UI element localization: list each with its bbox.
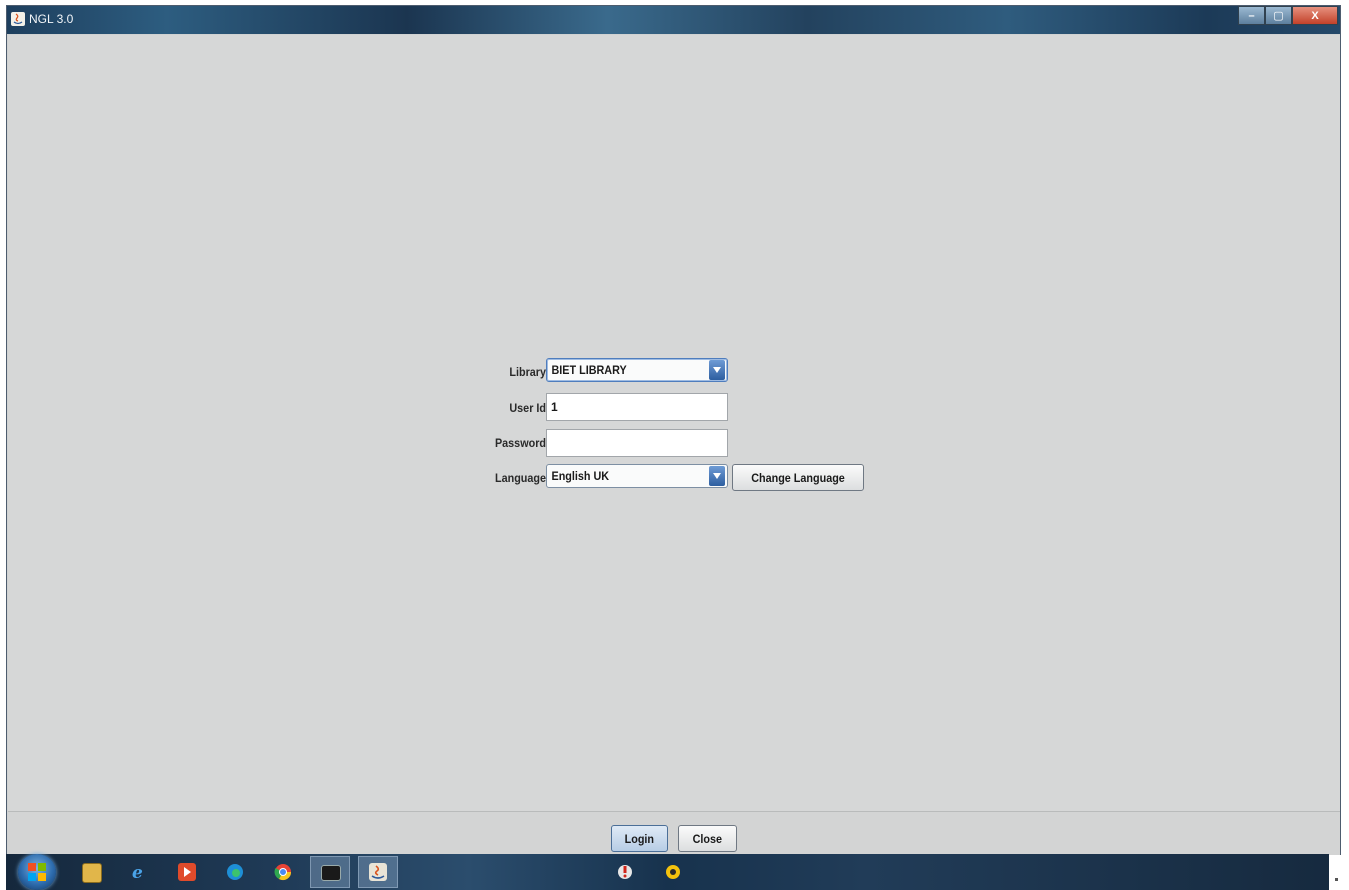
change-language-label: Change Language <box>751 470 845 485</box>
password-label: Password <box>494 436 546 450</box>
userid-input[interactable]: 1 <box>546 393 728 421</box>
library-dropdown[interactable]: BIET LIBRARY <box>546 358 728 382</box>
svg-text:e: e <box>132 863 143 881</box>
media-player-icon[interactable] <box>178 863 196 881</box>
language-selected-value: English UK <box>551 469 610 483</box>
language-dropdown[interactable]: English UK <box>546 464 728 488</box>
close-button[interactable]: Close <box>678 825 737 852</box>
pdf-reader-icon[interactable] <box>616 863 634 881</box>
login-panel: Library BIET LIBRARY User Id 1 Password … <box>8 35 1340 811</box>
close-window-button[interactable]: X <box>1292 6 1338 25</box>
java-app-icon <box>11 12 25 26</box>
password-input[interactable] <box>546 429 728 457</box>
minimize-button[interactable]: – <box>1238 6 1265 25</box>
change-language-button[interactable]: Change Language <box>732 464 864 491</box>
taskbar: e <box>6 854 1329 890</box>
java-app-taskbar-icon[interactable] <box>369 863 387 881</box>
edge-marker <box>1335 878 1338 881</box>
userid-label: User Id <box>509 401 546 415</box>
start-button[interactable] <box>18 854 56 890</box>
login-button[interactable]: Login <box>611 825 668 852</box>
title-bar[interactable]: NGL 3.0 – ▢ X <box>7 6 1340 34</box>
chevron-down-icon[interactable] <box>709 466 725 486</box>
login-button-label: Login <box>624 831 655 846</box>
language-label: Language <box>494 471 546 485</box>
window-title: NGL 3.0 <box>29 12 74 26</box>
close-button-label: Close <box>692 831 723 846</box>
screen: NGL 3.0 – ▢ X Library BIET LIBRARY User … <box>0 0 1349 890</box>
internet-explorer-icon[interactable]: e <box>130 863 148 883</box>
file-explorer-icon[interactable] <box>82 863 102 883</box>
library-label: Library <box>509 365 546 379</box>
maximize-button[interactable]: ▢ <box>1265 6 1292 25</box>
library-selected-value: BIET LIBRARY <box>551 363 627 377</box>
window-controls: – ▢ X <box>1238 6 1338 25</box>
chevron-down-icon[interactable] <box>709 360 725 380</box>
app-window: NGL 3.0 – ▢ X Library BIET LIBRARY User … <box>6 5 1341 855</box>
edge-icon[interactable] <box>226 863 244 881</box>
norton-icon[interactable] <box>664 863 682 881</box>
terminal-icon[interactable] <box>321 865 341 881</box>
chrome-icon[interactable] <box>274 863 292 881</box>
button-bar: Login Close <box>8 811 1340 855</box>
